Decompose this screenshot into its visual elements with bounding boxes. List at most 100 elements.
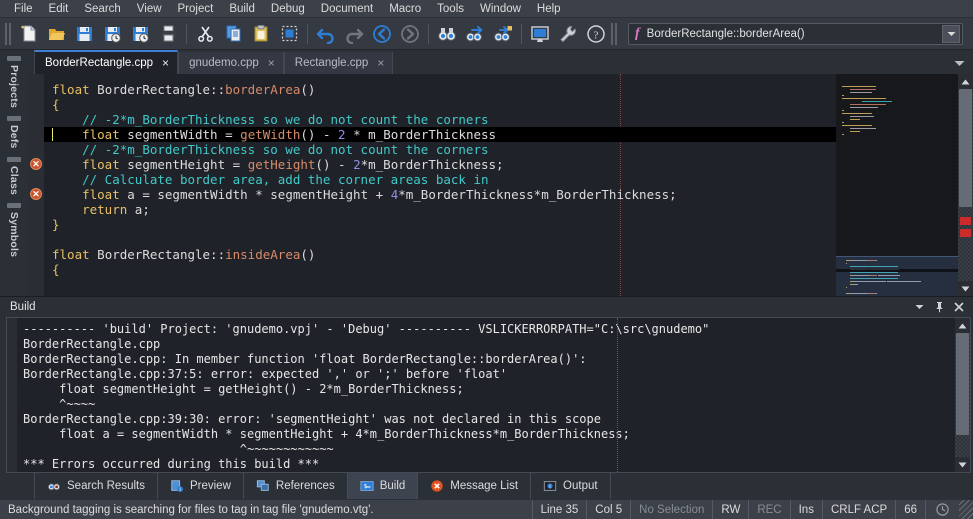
menu-item-build[interactable]: Build bbox=[221, 0, 263, 18]
forward-icon[interactable] bbox=[396, 20, 424, 48]
error-marker-icon[interactable]: ✕ bbox=[30, 188, 42, 200]
find-next-icon[interactable] bbox=[461, 20, 489, 48]
status-cell-66[interactable]: 66 bbox=[895, 500, 925, 519]
editor-vertical-scrollbar[interactable] bbox=[958, 74, 973, 296]
status-cell-crlf-acp[interactable]: CRLF ACP bbox=[822, 500, 895, 519]
code-line[interactable]: // -2*m_BorderThickness so we do not cou… bbox=[44, 142, 836, 157]
select-all-icon[interactable] bbox=[275, 20, 303, 48]
chevron-down-icon[interactable] bbox=[942, 25, 960, 43]
copy-icon[interactable] bbox=[219, 20, 247, 48]
sidebar-item-class[interactable]: Class bbox=[3, 157, 25, 197]
tab-overflow-chevron-down-icon[interactable] bbox=[951, 56, 967, 70]
sidebar-item-defs[interactable]: Defs bbox=[3, 116, 25, 151]
save-all-icon[interactable] bbox=[126, 20, 154, 48]
scroll-down-arrow-icon[interactable] bbox=[958, 281, 973, 296]
menu-item-search[interactable]: Search bbox=[76, 0, 128, 18]
redo-icon[interactable] bbox=[340, 20, 368, 48]
close-icon[interactable]: × bbox=[377, 57, 384, 69]
code-line[interactable]: return a; bbox=[44, 202, 836, 217]
menu-item-file[interactable]: File bbox=[6, 0, 41, 18]
save-as-icon[interactable] bbox=[98, 20, 126, 48]
editor-gutter[interactable]: ✕✕ bbox=[28, 74, 44, 296]
sidebar-item-symbols[interactable]: Symbols bbox=[3, 203, 25, 259]
bottom-tab-build[interactable]: $Build bbox=[347, 473, 419, 499]
tools-wrench-icon[interactable] bbox=[554, 20, 582, 48]
error-marker-icon[interactable]: ✕ bbox=[30, 158, 42, 170]
find-icon[interactable] bbox=[433, 20, 461, 48]
save-icon[interactable] bbox=[70, 20, 98, 48]
code-text[interactable]: float BorderRectangle::borderArea(){ // … bbox=[44, 74, 836, 296]
undo-icon[interactable] bbox=[312, 20, 340, 48]
new-file-icon[interactable] bbox=[14, 20, 42, 48]
toolbar-grip-2[interactable] bbox=[611, 23, 617, 45]
close-icon[interactable]: × bbox=[162, 57, 169, 69]
menu-item-macro[interactable]: Macro bbox=[381, 0, 429, 18]
build-scroll-up-arrow-icon[interactable] bbox=[955, 318, 970, 333]
code-line[interactable]: } bbox=[44, 217, 836, 232]
status-cell-rw[interactable]: RW bbox=[712, 500, 748, 519]
pin-icon[interactable] bbox=[929, 298, 949, 316]
build-scrollbar-track[interactable] bbox=[955, 333, 970, 457]
code-line[interactable]: // Calculate border area, add the corner… bbox=[44, 172, 836, 187]
status-cell-rec[interactable]: REC bbox=[748, 500, 789, 519]
panel-menu-icon[interactable] bbox=[909, 298, 929, 316]
status-cell-no-selection[interactable]: No Selection bbox=[630, 500, 712, 519]
back-icon[interactable] bbox=[368, 20, 396, 48]
help-icon[interactable]: ? bbox=[582, 20, 610, 48]
paste-icon[interactable] bbox=[247, 20, 275, 48]
function-combo[interactable]: f BorderRectangle::borderArea() bbox=[628, 23, 963, 45]
minimap-viewport[interactable] bbox=[836, 256, 958, 296]
code-line[interactable] bbox=[44, 232, 836, 247]
toolbar: ? f BorderRectangle::borderArea() bbox=[0, 18, 973, 50]
status-cell-col-5[interactable]: Col 5 bbox=[586, 500, 630, 519]
menu-item-view[interactable]: View bbox=[129, 0, 170, 18]
display-icon[interactable] bbox=[526, 20, 554, 48]
open-file-icon[interactable] bbox=[42, 20, 70, 48]
minimap[interactable] bbox=[836, 74, 958, 296]
code-line[interactable]: float segmentHeight = getHeight() - 2*m_… bbox=[44, 157, 836, 172]
menu-item-project[interactable]: Project bbox=[170, 0, 222, 18]
bottom-tab-message-list[interactable]: Message List bbox=[417, 473, 531, 499]
status-cell-ins[interactable]: Ins bbox=[790, 500, 822, 519]
close-icon[interactable] bbox=[949, 298, 969, 316]
bottom-tab-label: Preview bbox=[190, 480, 231, 492]
bottom-tab-references[interactable]: References bbox=[243, 473, 348, 499]
scrollbar-track[interactable] bbox=[958, 89, 973, 281]
menu-item-tools[interactable]: Tools bbox=[429, 0, 472, 18]
code-line[interactable]: float BorderRectangle::borderArea() bbox=[44, 82, 836, 97]
code-line[interactable]: float BorderRectangle::insideArea() bbox=[44, 247, 836, 262]
code-line[interactable]: float a = segmentWidth * segmentHeight +… bbox=[44, 187, 836, 202]
sidebar-item-projects[interactable]: Projects bbox=[3, 56, 25, 110]
status-cell-line-35[interactable]: Line 35 bbox=[532, 500, 587, 519]
menu-item-edit[interactable]: Edit bbox=[41, 0, 77, 18]
code-line[interactable]: { bbox=[44, 97, 836, 112]
code-line[interactable]: float segmentWidth = getWidth() - 2 * m_… bbox=[44, 127, 836, 142]
code-line[interactable]: // -2*m_BorderThickness so we do not cou… bbox=[44, 112, 836, 127]
scroll-up-arrow-icon[interactable] bbox=[958, 74, 973, 89]
document-tab[interactable]: Rectangle.cpp× bbox=[284, 52, 394, 74]
bottom-tab-preview[interactable]: iPreview bbox=[157, 473, 244, 499]
bottom-tab-output[interactable]: iOutput bbox=[530, 473, 611, 499]
minimap-line bbox=[842, 134, 844, 135]
menu-item-window[interactable]: Window bbox=[472, 0, 529, 18]
menu-item-help[interactable]: Help bbox=[529, 0, 569, 18]
build-scroll-down-arrow-icon[interactable] bbox=[955, 457, 970, 472]
menu-item-document[interactable]: Document bbox=[313, 0, 381, 18]
toolbar-grip[interactable] bbox=[5, 23, 11, 45]
document-tab[interactable]: gnudemo.cpp× bbox=[178, 52, 284, 74]
build-scrollbar-thumb bbox=[956, 333, 969, 435]
cut-icon[interactable] bbox=[191, 20, 219, 48]
print-icon[interactable] bbox=[154, 20, 182, 48]
build-output-text[interactable]: ---------- 'build' Project: 'gnudemo.vpj… bbox=[17, 318, 955, 472]
build-panel-title: Build bbox=[10, 301, 909, 313]
document-tab[interactable]: BorderRectangle.cpp× bbox=[34, 50, 178, 74]
close-icon[interactable]: × bbox=[268, 57, 275, 69]
minimap-line bbox=[842, 113, 872, 114]
build-vertical-scrollbar[interactable] bbox=[955, 318, 970, 472]
bottom-tab-search-results[interactable]: Search Results bbox=[34, 473, 158, 499]
menu-item-debug[interactable]: Debug bbox=[263, 0, 313, 18]
code-line[interactable]: { bbox=[44, 262, 836, 277]
clock-icon[interactable] bbox=[925, 500, 959, 519]
resize-grip[interactable] bbox=[959, 500, 973, 519]
find-replace-icon[interactable] bbox=[489, 20, 517, 48]
